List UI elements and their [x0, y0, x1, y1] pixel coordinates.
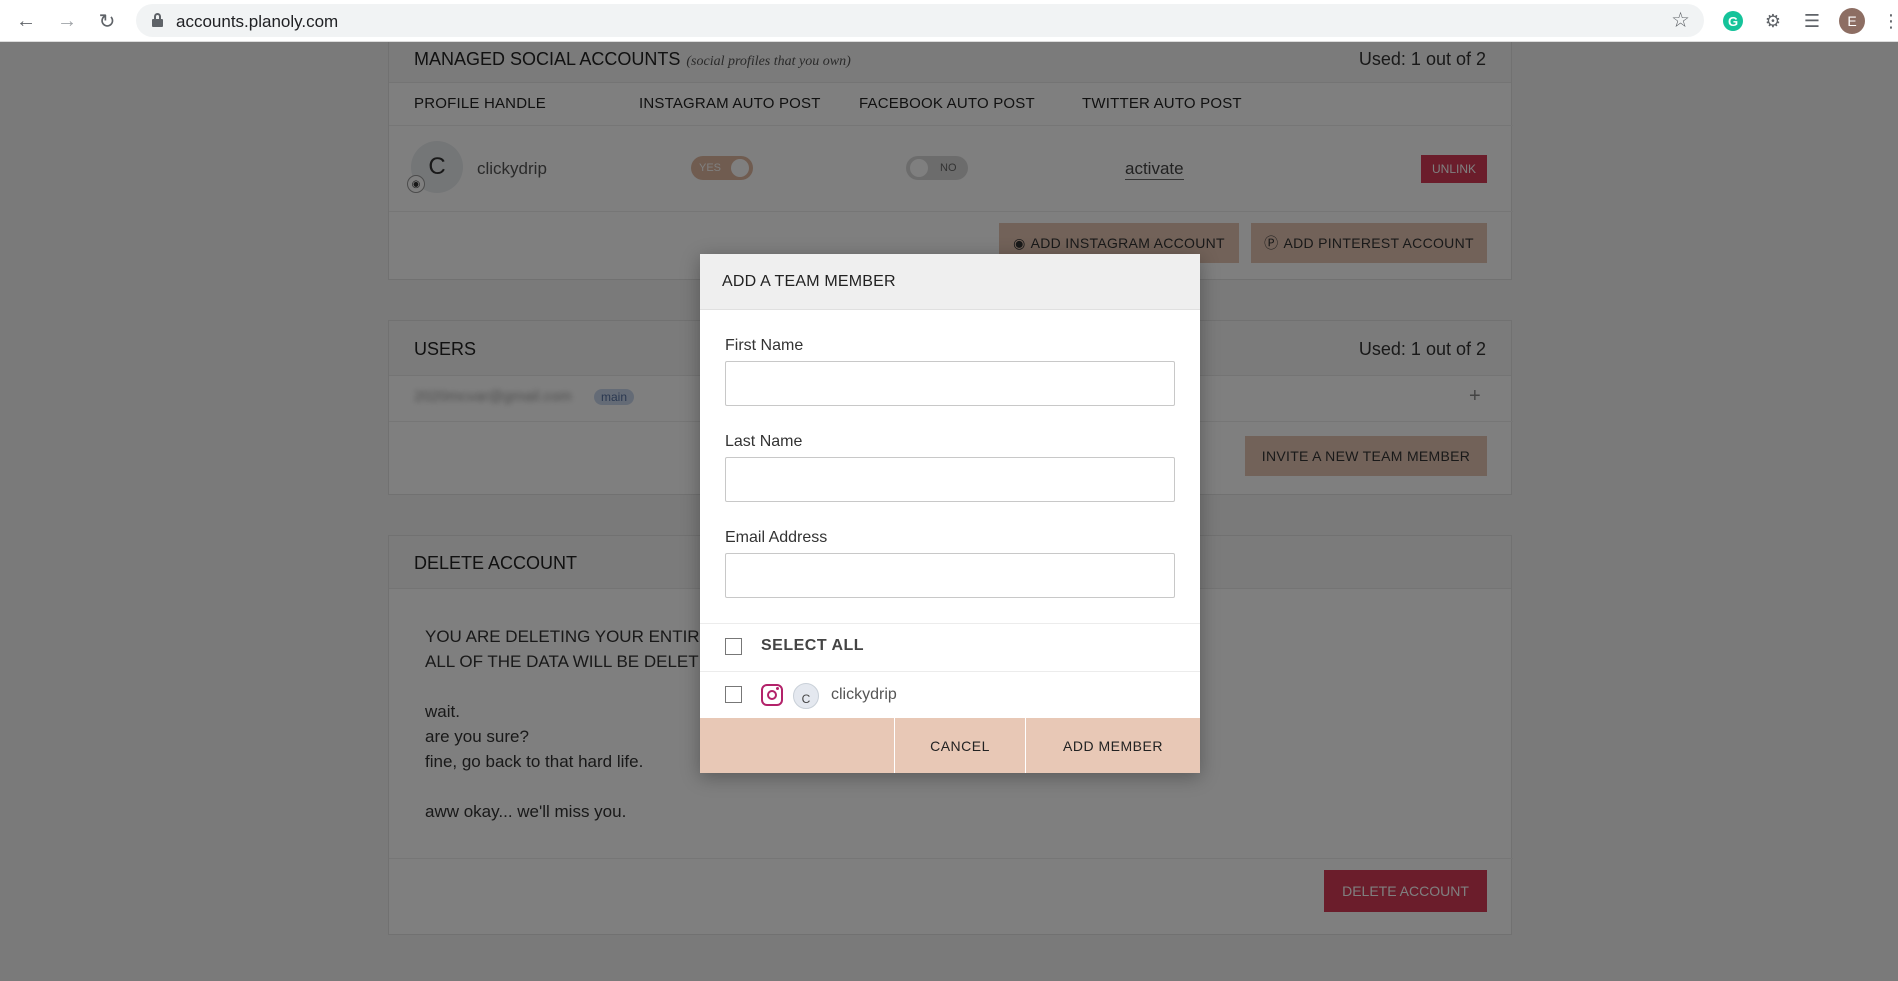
modal-title: ADD A TEAM MEMBER [722, 273, 896, 290]
email-address-label: Email Address [725, 529, 828, 546]
grammarly-icon[interactable]: G [1720, 8, 1746, 34]
instagram-icon [761, 684, 783, 706]
add-team-member-modal: ADD A TEAM MEMBER First Name Last Name E… [700, 254, 1200, 773]
first-name-label: First Name [725, 337, 804, 354]
account-avatar: C [793, 683, 819, 709]
address-bar[interactable]: accounts.planoly.com ☆ [136, 4, 1704, 37]
add-member-button[interactable]: ADD MEMBER [1026, 718, 1200, 773]
bookmark-star-icon[interactable]: ☆ [1671, 8, 1690, 33]
profile-avatar[interactable]: E [1839, 8, 1865, 34]
last-name-label: Last Name [725, 433, 803, 450]
last-name-input[interactable] [725, 457, 1175, 502]
url-text: accounts.planoly.com [176, 12, 339, 31]
cancel-button[interactable]: CANCEL [895, 718, 1025, 773]
reload-icon[interactable]: ↻ [94, 8, 120, 34]
media-queue-icon[interactable]: ☰ [1799, 8, 1825, 34]
menu-kebab-icon[interactable]: ⋮ [1878, 8, 1898, 34]
lock-icon [152, 13, 163, 27]
select-all-label: SELECT ALL [761, 637, 865, 654]
extensions-puzzle-icon[interactable]: ⚙ [1760, 8, 1786, 34]
forward-arrow-icon[interactable]: → [54, 8, 80, 34]
first-name-input[interactable] [725, 361, 1175, 406]
modal-footer: CANCEL ADD MEMBER [700, 718, 1200, 773]
email-address-input[interactable] [725, 553, 1175, 598]
back-arrow-icon[interactable]: ← [13, 8, 39, 34]
select-all-checkbox[interactable] [725, 638, 742, 655]
browser-toolbar: ← → ↻ accounts.planoly.com ☆ G ⚙ ☰ E ⋮ [0, 0, 1898, 42]
modal-header: ADD A TEAM MEMBER [700, 254, 1200, 310]
account-checkbox[interactable] [725, 686, 742, 703]
account-name: clickydrip [831, 686, 897, 703]
